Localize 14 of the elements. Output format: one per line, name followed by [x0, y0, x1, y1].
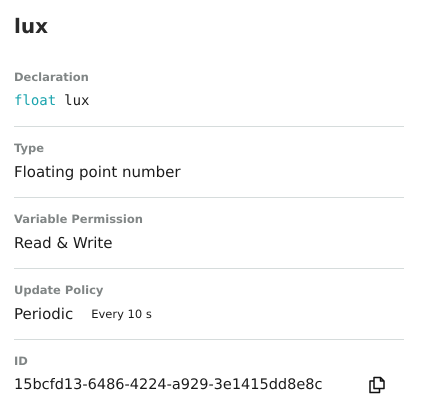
field-value: 15bcfd13-6486-4224-a929-3e1415dd8e8c [14, 377, 322, 393]
field-value: Periodic [14, 305, 74, 323]
copy-icon[interactable] [368, 376, 386, 394]
field-label: Update Policy [14, 283, 104, 297]
code-keyword: float [14, 93, 56, 109]
code-identifier: lux [64, 93, 90, 109]
field-label: Variable Permission [14, 212, 144, 226]
field-label: Declaration [14, 70, 90, 84]
interval-note: Every 10 s [91, 307, 152, 321]
field-value: Read & Write [14, 234, 113, 252]
field-label: ID [14, 354, 29, 368]
field-label: Type [14, 141, 46, 155]
field-value: Floating point number [14, 163, 181, 181]
variable-title: lux [14, 14, 49, 38]
